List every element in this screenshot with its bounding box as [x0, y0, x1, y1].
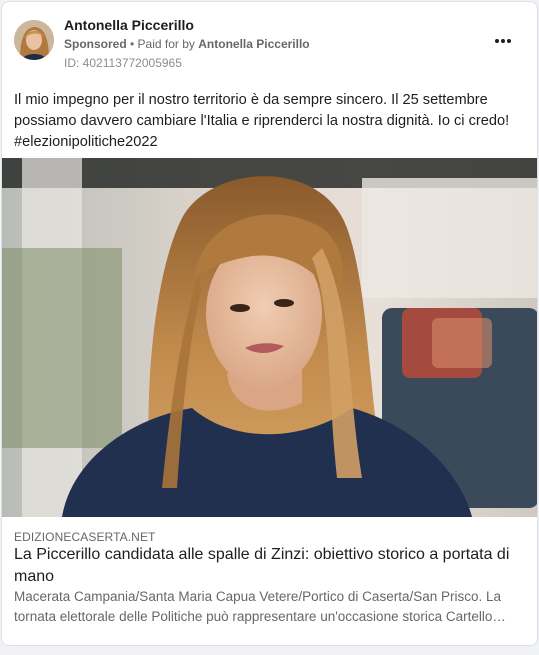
- more-horizontal-icon: [495, 39, 499, 43]
- ad-photo[interactable]: [2, 158, 537, 517]
- paid-for-prefix: Paid for by: [137, 37, 199, 51]
- more-dot: [507, 39, 511, 43]
- more-options-button[interactable]: [491, 29, 515, 53]
- paid-for-name[interactable]: Antonella Piccerillo: [198, 37, 309, 51]
- ad-id: ID: 402113772005965: [64, 56, 182, 70]
- portrait-image: [2, 158, 537, 517]
- more-dot: [501, 39, 505, 43]
- link-description: Macerata Campania/Santa Maria Capua Vete…: [14, 587, 524, 627]
- author-name[interactable]: Antonella Piccerillo: [64, 17, 194, 33]
- post-text-line: Il mio impegno per il nostro territorio …: [14, 92, 488, 108]
- post-header: Antonella Piccerillo Sponsored • Paid fo…: [14, 17, 525, 73]
- post-text-line: possiamo davvero cambiare l'Italia e rip…: [14, 113, 510, 129]
- description-line: Macerata Campania/Santa Maria Capua Vete…: [14, 589, 502, 604]
- sponsored-meta: Sponsored • Paid for by Antonella Piccer…: [64, 37, 310, 51]
- meta-separator: •: [126, 37, 138, 51]
- headline-line: La Piccerillo candidata alle spalle di Z…: [14, 546, 510, 563]
- description-line: tornata elettorale delle Politiche può r…: [14, 609, 506, 624]
- headline-line: mano: [14, 568, 55, 585]
- hashtag-link[interactable]: #elezionipolitiche2022: [14, 132, 522, 153]
- link-headline[interactable]: La Piccerillo candidata alle spalle di Z…: [14, 544, 524, 588]
- avatar-image: [14, 20, 54, 60]
- ad-card: Antonella Piccerillo Sponsored • Paid fo…: [1, 1, 538, 646]
- sponsored-label[interactable]: Sponsored: [64, 37, 127, 51]
- author-avatar[interactable]: [14, 20, 54, 60]
- link-domain: EDIZIONECASERTA.NET: [14, 530, 156, 544]
- link-preview[interactable]: EDIZIONECASERTA.NET La Piccerillo candid…: [2, 517, 537, 645]
- post-text: Il mio impegno per il nostro territorio …: [14, 90, 522, 153]
